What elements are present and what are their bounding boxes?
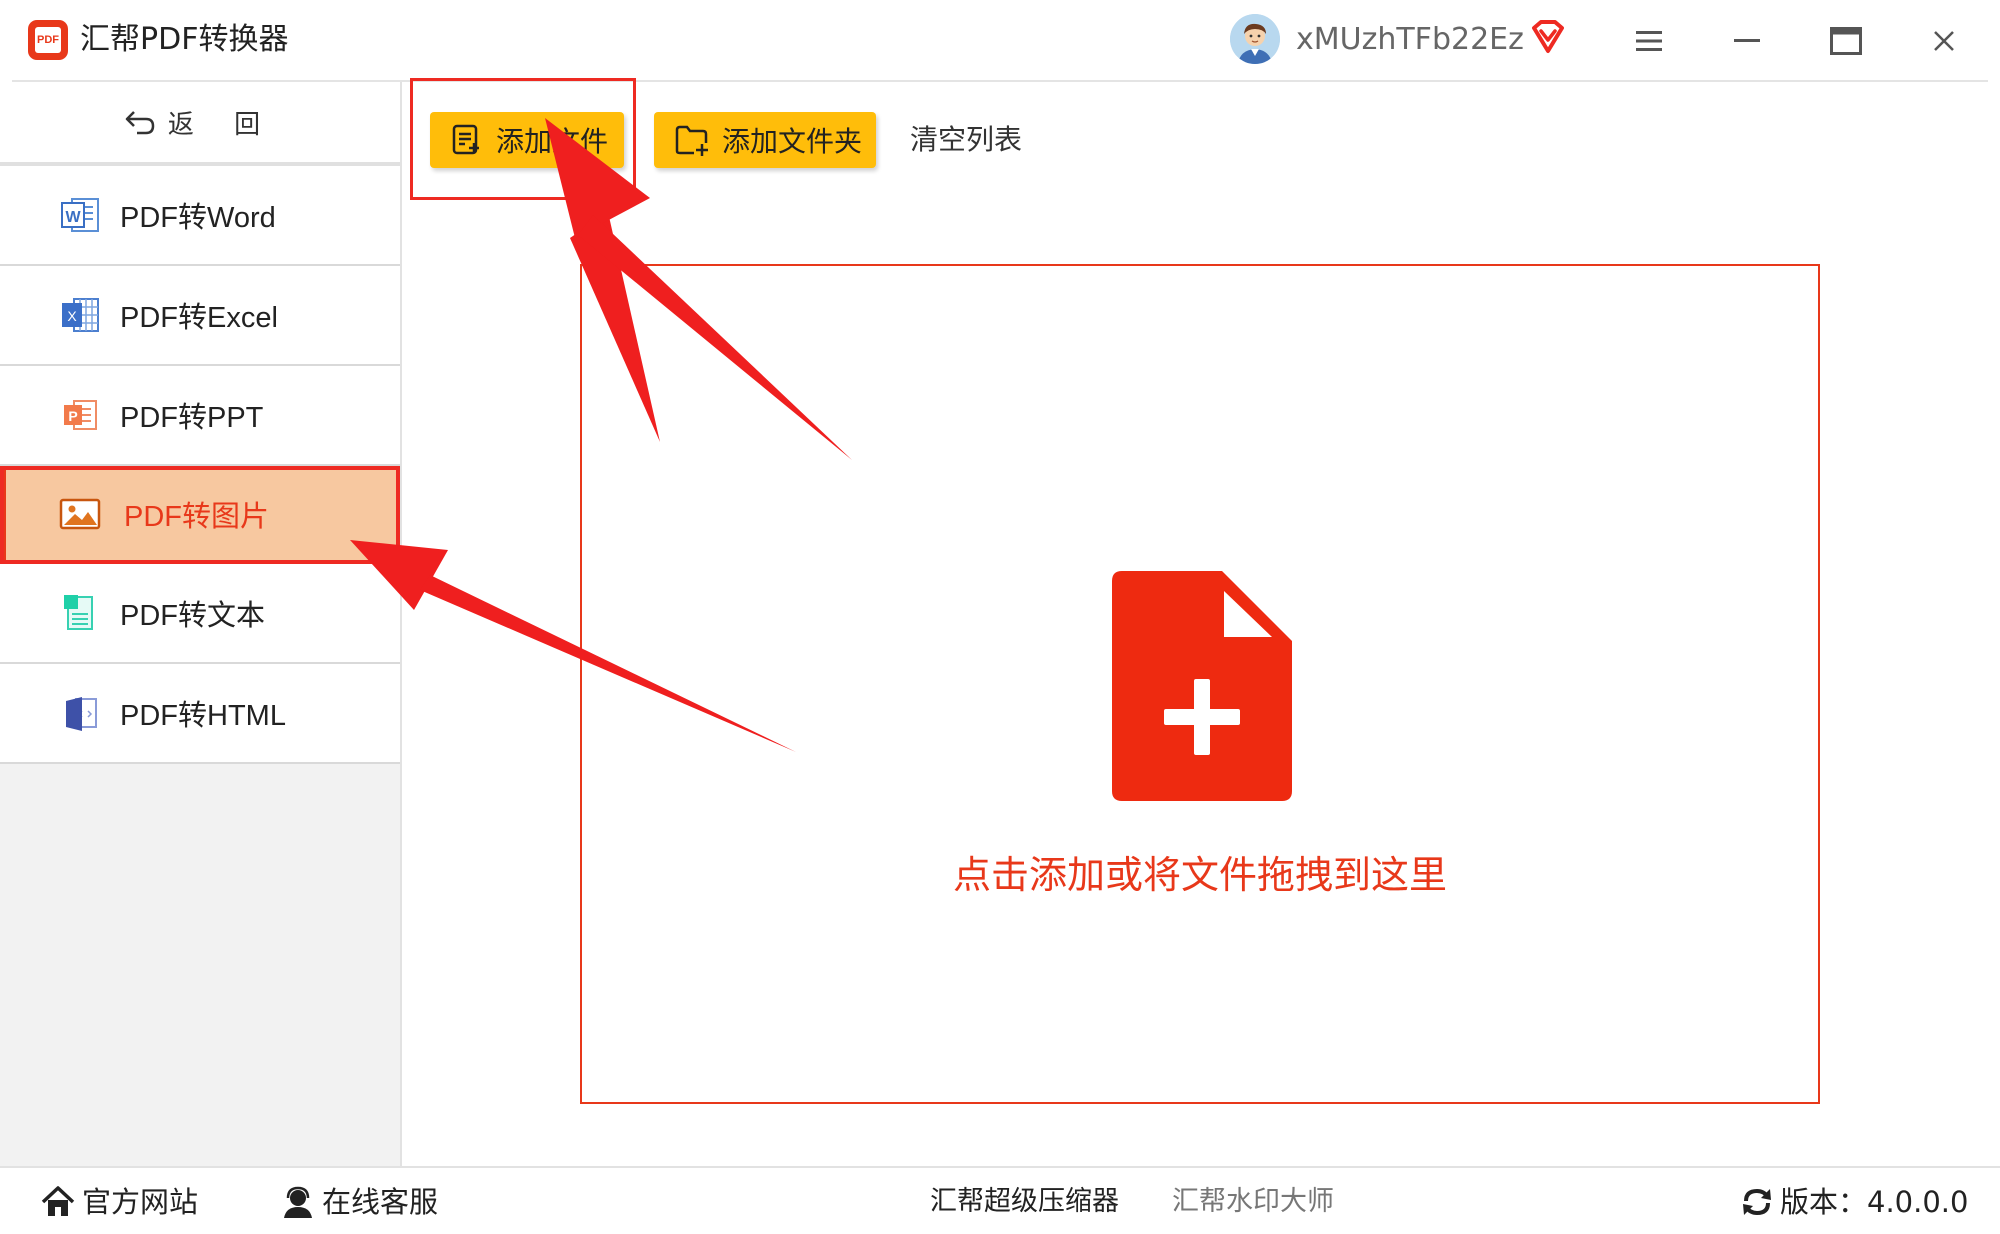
image-icon: [59, 498, 101, 530]
back-arrow-icon: [125, 111, 155, 135]
watermark-link[interactable]: 汇帮水印大师: [1172, 1168, 1334, 1234]
add-folder-label: 添加文件夹: [722, 125, 863, 158]
menu-icon[interactable]: [1626, 18, 1672, 64]
vip-diamond-icon[interactable]: [1530, 20, 1566, 54]
compressor-link[interactable]: 汇帮超级压缩器: [930, 1168, 1119, 1234]
excel-icon: X: [62, 298, 99, 332]
add-file-label: 添加文件: [496, 125, 609, 158]
version-label: 版本：: [1780, 1185, 1868, 1219]
conversion-nav: W PDF转Word X PDF转Excel P PDF转PPT PDF转图片 …: [0, 166, 400, 764]
sidebar-item-label: PDF转Excel: [120, 302, 278, 334]
drop-hint-text: 点击添加或将文件拖拽到这里: [952, 853, 1447, 897]
svg-text:W: W: [65, 209, 81, 226]
sidebar-item-pdf-to-ppt[interactable]: P PDF转PPT: [0, 366, 400, 466]
clear-list-button[interactable]: 清空列表: [910, 112, 1022, 168]
file-drop-zone[interactable]: 点击添加或将文件拖拽到这里: [580, 264, 1820, 1104]
app-logo-text: PDF: [35, 27, 61, 53]
app-title: 汇帮PDF转换器: [80, 22, 289, 57]
text-icon: [64, 595, 93, 630]
footer-bar: 官方网站 在线客服 汇帮超级压缩器 汇帮水印大师 版本： 4.0.0.0: [0, 1166, 2000, 1234]
sidebar-item-pdf-to-html[interactable]: PDF转HTML: [0, 664, 400, 764]
sidebar-item-pdf-to-image[interactable]: PDF转图片: [0, 466, 400, 564]
app-logo-icon: PDF: [28, 20, 68, 60]
sidebar-item-pdf-to-excel[interactable]: X PDF转Excel: [0, 266, 400, 366]
app-window: PDF 汇帮PDF转换器 xMUzhTFb22Ez 返 回 W PDF转Word…: [0, 0, 2000, 1234]
add-folder-icon: [675, 125, 708, 156]
html-icon: [66, 697, 97, 731]
official-website-label: 官方网站: [82, 1185, 199, 1219]
home-icon: [41, 1186, 75, 1216]
add-folder-button[interactable]: 添加文件夹: [654, 112, 876, 168]
sidebar-item-pdf-to-word[interactable]: W PDF转Word: [0, 166, 400, 266]
maximize-icon[interactable]: [1823, 18, 1869, 64]
refresh-icon: [1743, 1188, 1771, 1216]
add-file-icon: [1112, 571, 1292, 801]
online-support-label: 在线客服: [322, 1185, 439, 1219]
add-file-button[interactable]: 添加文件: [430, 112, 624, 168]
user-avatar[interactable]: [1230, 14, 1280, 64]
sidebar-item-label: PDF转HTML: [120, 700, 286, 732]
sidebar-item-label: PDF转Word: [120, 202, 276, 234]
minimize-icon[interactable]: [1724, 18, 1770, 64]
sidebar-item-pdf-to-text[interactable]: PDF转文本: [0, 564, 400, 664]
sidebar: 返 回 W PDF转Word X PDF转Excel P PDF转PPT PDF…: [0, 82, 402, 1166]
username[interactable]: xMUzhTFb22Ez: [1296, 20, 1524, 60]
sidebar-item-label: PDF转PPT: [120, 402, 264, 434]
headset-icon: [284, 1186, 312, 1218]
online-support-link[interactable]: 在线客服: [280, 1168, 438, 1234]
back-button[interactable]: 返 回: [0, 82, 400, 166]
add-file-icon: [452, 124, 479, 155]
title-bar: PDF 汇帮PDF转换器 xMUzhTFb22Ez: [0, 0, 2000, 80]
ppt-icon: P: [64, 400, 97, 430]
back-label: 返 回: [167, 109, 277, 140]
svg-text:X: X: [67, 308, 77, 324]
version-value: 4.0.0.0: [1867, 1185, 1969, 1219]
word-icon: W: [61, 198, 99, 232]
svg-text:P: P: [68, 408, 77, 424]
version-info[interactable]: 版本： 4.0.0.0: [1740, 1168, 1968, 1234]
sidebar-item-label: PDF转文本: [120, 600, 266, 632]
close-icon[interactable]: [1921, 18, 1967, 64]
official-website-link[interactable]: 官方网站: [40, 1168, 198, 1234]
sidebar-item-label: PDF转图片: [124, 501, 270, 533]
